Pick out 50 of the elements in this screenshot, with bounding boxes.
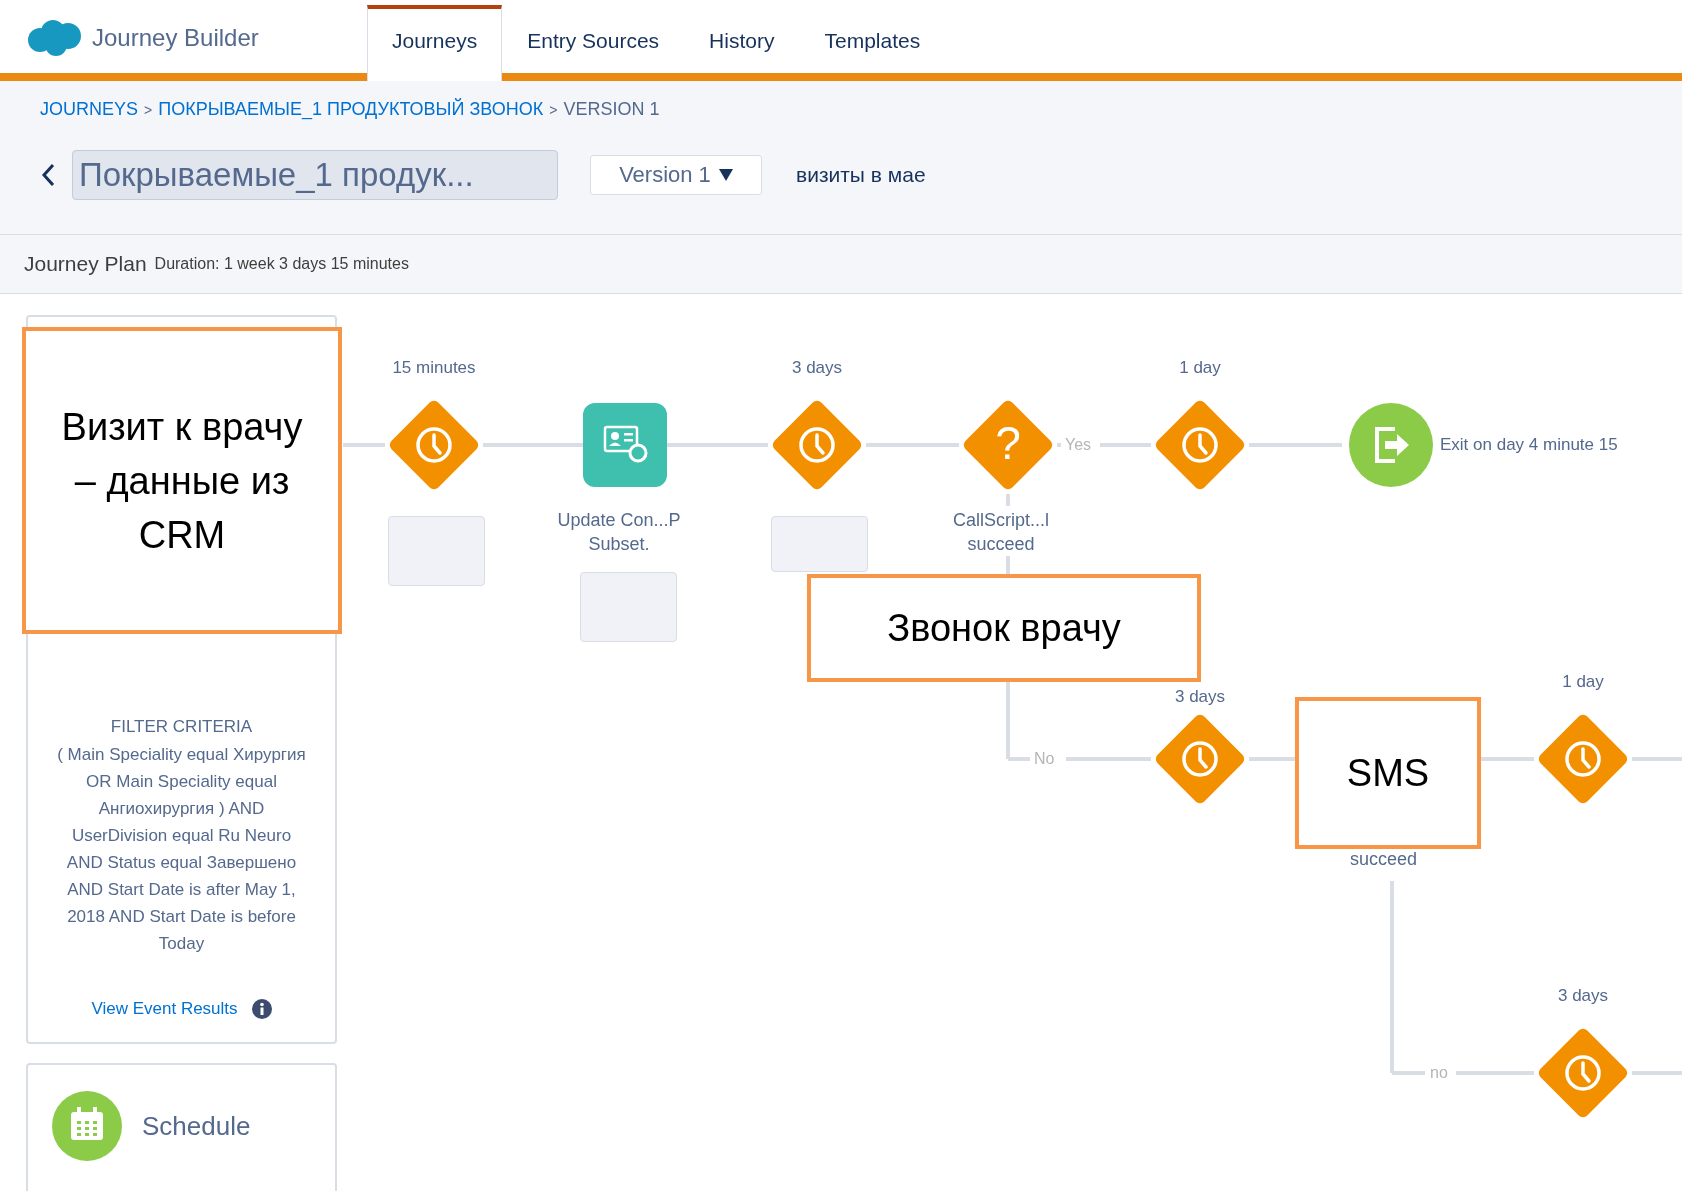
activity-caption: succeed: [1350, 848, 1418, 870]
calendar-icon: [52, 1091, 122, 1161]
wait-duration: 1 day: [1562, 672, 1604, 692]
schedule-label: Schedule: [142, 1110, 251, 1142]
annotation-callout: SMS: [1295, 697, 1481, 849]
info-icon[interactable]: [251, 999, 272, 1019]
decision-caption: CallScript...l succeed: [953, 509, 1049, 556]
filter-criteria: ( Main Speciality equal Хирургия OR Main Speciality equal Ангиохирургия ) AND UserDivision equal Ru Neuro AND Status equal Завершено AND Start Date is after May 1, 2018 AND Start Date is before Today: [56, 744, 307, 955]
branch-label: Yes: [1065, 436, 1092, 454]
connector-line: [1006, 494, 1010, 506]
exit-icon[interactable]: [1349, 403, 1433, 487]
nav-tab[interactable]: Templates: [799, 5, 946, 73]
cloud-logo-icon: [26, 19, 82, 57]
journey-description: визиты в мае: [796, 163, 926, 187]
breadcrumb-link[interactable]: ПОКРЫВАЕМЫЕ_1 ПРОДУКТОВЫЙ ЗВОНОК: [158, 99, 544, 120]
filter-title: FILTER CRITERIA: [110, 716, 253, 738]
journey-name-field[interactable]: Покрываемые_1 продук...: [72, 150, 558, 200]
nav-tab[interactable]: Entry Sources: [502, 5, 685, 73]
connector-line: [1249, 757, 1295, 761]
plan-duration: Duration: 1 week 3 days 15 minutes: [154, 255, 409, 273]
schedule-card[interactable]: Schedule: [26, 1063, 337, 1191]
connector-line: [1481, 757, 1534, 761]
wait-duration: 3 days: [1174, 687, 1226, 707]
breadcrumb-separator: >: [144, 101, 153, 118]
app-title: Journey Builder: [92, 24, 259, 52]
nav-tab[interactable]: Journeys: [367, 5, 503, 81]
wait-duration: 15 minutes: [392, 358, 476, 378]
connector-line: [1100, 443, 1151, 447]
view-results-link[interactable]: View Event Results: [91, 999, 238, 1019]
exit-caption: Exit on day 4 minute 15: [1440, 435, 1618, 455]
annotation-callout: Звонок врачу: [807, 574, 1201, 682]
connector-line: [1057, 443, 1061, 447]
connector-line: [1632, 757, 1682, 761]
plan-title: Journey Plan: [24, 252, 147, 276]
version-dropdown[interactable]: Version 1: [590, 155, 762, 195]
breadcrumb-link[interactable]: JOURNEYS: [40, 99, 138, 120]
breadcrumb-separator: >: [549, 101, 558, 118]
update-contact-icon[interactable]: [583, 403, 667, 487]
breadcrumb-current: VERSION 1: [563, 99, 660, 120]
caret-down-icon: [718, 169, 733, 181]
wait-duration: 3 days: [791, 358, 843, 378]
nav-tab[interactable]: History: [684, 5, 800, 73]
branch-label: no: [1430, 1064, 1448, 1082]
connector-line: [1632, 1071, 1682, 1075]
annotation-callout: Визит к врачу – данные из CRM: [22, 327, 342, 634]
wait-duration: 1 day: [1179, 358, 1221, 378]
connector-line: [343, 443, 385, 447]
branch-label: No: [1034, 750, 1055, 768]
activity-caption: Update Con...P Subset.: [557, 509, 681, 556]
wait-duration: 3 days: [1557, 986, 1609, 1006]
